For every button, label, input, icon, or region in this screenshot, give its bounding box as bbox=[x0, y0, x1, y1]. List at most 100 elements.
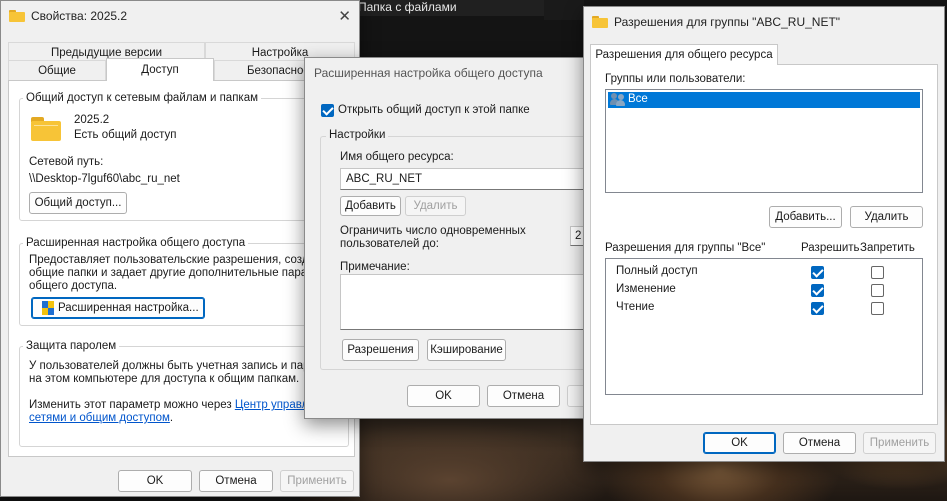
network-center-link-2[interactable]: сетями и общим доступом bbox=[29, 412, 170, 424]
perm-name: Полный доступ bbox=[616, 265, 698, 277]
user-limit-label-2: пользователей до: bbox=[340, 238, 439, 250]
groups-label: Группы или пользователи: bbox=[605, 73, 746, 85]
folder-name: 2025.2 bbox=[74, 114, 110, 126]
tab-sharing[interactable]: Доступ bbox=[106, 58, 214, 81]
deny-column-header: Запретить bbox=[860, 242, 915, 254]
user-limit-label: Ограничить число одновременных bbox=[340, 225, 526, 237]
permissions-dialog: Разрешения для группы "ABC_RU_NET" Разре… bbox=[583, 6, 945, 462]
permissions-title: Разрешения для группы "ABC_RU_NET" bbox=[614, 15, 841, 29]
change-setting-prefix: Изменить этот параметр можно через bbox=[29, 399, 235, 411]
change-setting-text: Изменить этот параметр можно через Центр… bbox=[29, 399, 347, 411]
perm-header: Разрешения для группы "Все" bbox=[605, 242, 766, 254]
properties-apply-button[interactable]: Применить bbox=[280, 470, 354, 492]
explorer-window-edge bbox=[544, 0, 584, 20]
properties-ok-button[interactable]: OK bbox=[118, 470, 192, 492]
remove-label: Удалить bbox=[864, 211, 909, 223]
permissions-apply-button[interactable]: Применить bbox=[863, 432, 936, 454]
cancel-label: Отмена bbox=[502, 390, 545, 402]
advanced-sharing-dialog: Расширенная настройка общего доступа Отк… bbox=[304, 57, 588, 419]
deny-change-checkbox[interactable] bbox=[871, 284, 884, 297]
caching-label: Кэширование bbox=[430, 344, 503, 356]
deny-read-checkbox[interactable] bbox=[871, 302, 884, 315]
properties-title: Свойства: 2025.2 bbox=[31, 9, 128, 23]
cancel-label: Отмена bbox=[215, 475, 257, 487]
permissions-cancel-button[interactable]: Отмена bbox=[783, 432, 856, 454]
allow-column-header: Разрешить bbox=[801, 242, 860, 254]
share-folder-label: Открыть общий доступ к этой папке bbox=[338, 104, 530, 116]
share-folder-checkbox[interactable] bbox=[321, 104, 334, 117]
password-desc-line: на этом компьютере для доступа к общим п… bbox=[29, 373, 300, 385]
permissions-button[interactable]: Разрешения bbox=[342, 339, 419, 361]
folder-large-icon bbox=[31, 117, 61, 143]
share-name-input[interactable]: ABC_RU_NET bbox=[340, 168, 588, 190]
deny-full-control-checkbox[interactable] bbox=[871, 266, 884, 279]
advanced-cancel-button[interactable]: Отмена bbox=[487, 385, 560, 407]
advanced-ok-button[interactable]: OK bbox=[407, 385, 480, 407]
tab-label: Общие bbox=[38, 64, 76, 77]
add-group-button[interactable]: Добавить... bbox=[769, 206, 842, 228]
advanced-desc-line: Предоставляет пользовательские разрешени… bbox=[29, 254, 327, 266]
tab-share-permissions[interactable]: Разрешения для общего ресурса bbox=[590, 44, 778, 65]
share-name-value: ABC_RU_NET bbox=[346, 173, 423, 185]
close-icon[interactable]: ✕ bbox=[338, 7, 351, 25]
change-setting-text-2: сетями и общим доступом. bbox=[29, 412, 173, 424]
share-button-label: Общий доступ... bbox=[34, 197, 122, 209]
password-protection-legend: Защита паролем bbox=[23, 340, 120, 352]
ok-label: OK bbox=[146, 475, 164, 487]
allow-full-control-checkbox[interactable] bbox=[811, 266, 824, 279]
allow-change-checkbox[interactable] bbox=[811, 284, 824, 297]
folder-icon bbox=[9, 10, 25, 22]
advanced-desc-line: общего доступа. bbox=[29, 280, 118, 292]
permissions-label: Разрешения bbox=[347, 344, 414, 356]
properties-cancel-button[interactable]: Отмена bbox=[199, 470, 273, 492]
network-path-label: Сетевой путь: bbox=[29, 156, 104, 168]
remove-label: Удалить bbox=[413, 200, 458, 212]
caching-button[interactable]: Кэширование bbox=[427, 339, 506, 361]
password-desc-line: У пользователей должны быть учетная запи… bbox=[29, 360, 323, 372]
tab-label: Предыдущие версии bbox=[50, 46, 163, 59]
group-name: Все bbox=[628, 93, 648, 105]
add-label: Добавить bbox=[345, 200, 396, 212]
tab-label: Разрешения для общего ресурса bbox=[595, 49, 773, 61]
tab-general[interactable]: Общие bbox=[8, 60, 106, 80]
explorer-window-title: Папка с файлами bbox=[356, 0, 544, 16]
uac-shield-icon bbox=[42, 301, 54, 315]
add-share-button[interactable]: Добавить bbox=[340, 196, 401, 216]
user-limit-value: 2 bbox=[575, 230, 582, 242]
tab-label: Безопаснос bbox=[247, 64, 310, 77]
comment-label: Примечание: bbox=[340, 261, 410, 273]
users-icon bbox=[610, 93, 626, 107]
permissions-list: Полный доступ Изменение Чтение bbox=[605, 258, 923, 395]
add-label: Добавить... bbox=[775, 211, 836, 223]
apply-label: Применить bbox=[287, 475, 347, 487]
tab-label: Доступ bbox=[141, 64, 179, 76]
share-name-label: Имя общего ресурса: bbox=[340, 151, 454, 163]
apply-label: Применить bbox=[869, 437, 930, 449]
comment-input[interactable] bbox=[340, 274, 588, 330]
advanced-sharing-legend: Расширенная настройка общего доступа bbox=[23, 237, 249, 249]
change-setting-suffix: . bbox=[169, 412, 174, 424]
groups-list[interactable]: Все bbox=[605, 89, 923, 193]
cancel-label: Отмена bbox=[798, 437, 841, 449]
permissions-ok-button[interactable]: OK bbox=[703, 432, 776, 454]
remove-group-button[interactable]: Удалить bbox=[850, 206, 923, 228]
network-path: \\Desktop-7lguf60\abc_ru_net bbox=[29, 173, 180, 185]
perm-name: Чтение bbox=[616, 301, 655, 313]
advanced-titlebar: Расширенная настройка общего доступа bbox=[305, 58, 588, 88]
group-row-everyone[interactable]: Все bbox=[608, 92, 920, 108]
share-button[interactable]: Общий доступ... bbox=[29, 192, 127, 214]
permissions-titlebar: Разрешения для группы "ABC_RU_NET" bbox=[584, 7, 944, 37]
folder-icon bbox=[592, 16, 608, 28]
advanced-desc-line: общие папки и задает другие дополнительн… bbox=[29, 267, 322, 279]
advanced-title: Расширенная настройка общего доступа bbox=[314, 66, 543, 80]
settings-legend: Настройки bbox=[326, 129, 389, 141]
remove-share-button[interactable]: Удалить bbox=[405, 196, 466, 216]
properties-titlebar: Свойства: 2025.2 bbox=[1, 1, 359, 31]
allow-read-checkbox[interactable] bbox=[811, 302, 824, 315]
perm-name: Изменение bbox=[616, 283, 676, 295]
share-status: Есть общий доступ bbox=[74, 129, 177, 141]
advanced-sharing-button[interactable]: Расширенная настройка... bbox=[31, 297, 205, 319]
tab-label: Настройка bbox=[251, 46, 309, 59]
advanced-sharing-button-label: Расширенная настройка... bbox=[58, 302, 199, 314]
tab-panel: Общий доступ к сетевым файлам и папкам 2… bbox=[8, 80, 355, 457]
